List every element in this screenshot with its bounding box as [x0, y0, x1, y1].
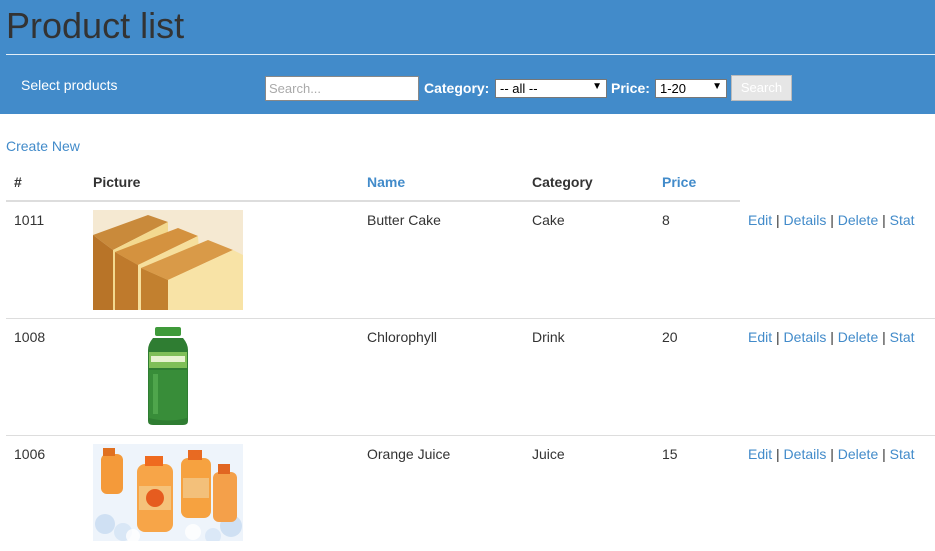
search-input[interactable] — [265, 76, 419, 101]
column-header-name-sort-link[interactable]: Name — [367, 174, 405, 190]
row-name: Chlorophyll — [367, 329, 438, 345]
separator: | — [882, 446, 886, 462]
separator: | — [776, 329, 780, 345]
separator: | — [830, 446, 834, 462]
header-divider — [6, 54, 935, 55]
price-select[interactable]: 1-20 ▼ — [655, 79, 727, 98]
chevron-down-icon: ▼ — [592, 81, 602, 92]
row-actions: Edit | Details | Delete | Stat — [748, 446, 915, 462]
row-id: 1011 — [14, 212, 45, 228]
table-header-divider — [6, 200, 740, 202]
delete-link[interactable]: Delete — [838, 329, 878, 345]
category-select-value: -- all -- — [500, 81, 538, 96]
stat-link[interactable]: Stat — [890, 446, 915, 462]
header-bar: Product list Select products Category: -… — [0, 0, 935, 114]
search-button[interactable]: Search — [731, 75, 792, 101]
category-label: Category: — [424, 80, 490, 96]
row-category: Cake — [532, 212, 565, 228]
edit-link[interactable]: Edit — [748, 446, 772, 462]
stat-link[interactable]: Stat — [890, 329, 915, 345]
stat-link[interactable]: Stat — [890, 212, 915, 228]
butter-cake-image — [93, 210, 243, 310]
separator: | — [882, 329, 886, 345]
row-divider — [6, 435, 935, 436]
select-products-label: Select products — [21, 77, 118, 93]
delete-link[interactable]: Delete — [838, 446, 878, 462]
column-header-category: Category — [532, 174, 593, 190]
row-price: 20 — [662, 329, 678, 345]
row-id: 1008 — [14, 329, 46, 345]
orange-juice-bottles-image — [93, 444, 243, 541]
price-select-value: 1-20 — [660, 81, 687, 96]
row-name: Orange Juice — [367, 446, 451, 462]
price-label: Price: — [611, 80, 650, 96]
details-link[interactable]: Details — [784, 446, 827, 462]
row-name: Butter Cake — [367, 212, 441, 228]
details-link[interactable]: Details — [784, 212, 827, 228]
row-price: 8 — [662, 212, 670, 228]
edit-link[interactable]: Edit — [748, 329, 772, 345]
separator: | — [776, 446, 780, 462]
details-link[interactable]: Details — [784, 329, 827, 345]
row-category: Drink — [532, 329, 565, 345]
row-id: 1006 — [14, 446, 46, 462]
row-price: 15 — [662, 446, 678, 462]
edit-link[interactable]: Edit — [748, 212, 772, 228]
delete-link[interactable]: Delete — [838, 212, 878, 228]
create-new-link[interactable]: Create New — [6, 138, 80, 154]
row-category: Juice — [532, 446, 565, 462]
column-header-id: # — [14, 174, 22, 190]
column-header-price-sort-link[interactable]: Price — [662, 174, 696, 190]
chevron-down-icon: ▼ — [712, 81, 722, 92]
separator: | — [776, 212, 780, 228]
row-actions: Edit | Details | Delete | Stat — [748, 329, 915, 345]
separator: | — [830, 329, 834, 345]
column-header-picture: Picture — [93, 174, 141, 190]
row-divider — [6, 318, 935, 319]
page-title: Product list — [6, 5, 185, 46]
chlorophyll-bottle-image — [93, 326, 243, 426]
row-actions: Edit | Details | Delete | Stat — [748, 212, 915, 228]
separator: | — [830, 212, 834, 228]
separator: | — [882, 212, 886, 228]
category-select[interactable]: -- all -- ▼ — [495, 79, 607, 98]
